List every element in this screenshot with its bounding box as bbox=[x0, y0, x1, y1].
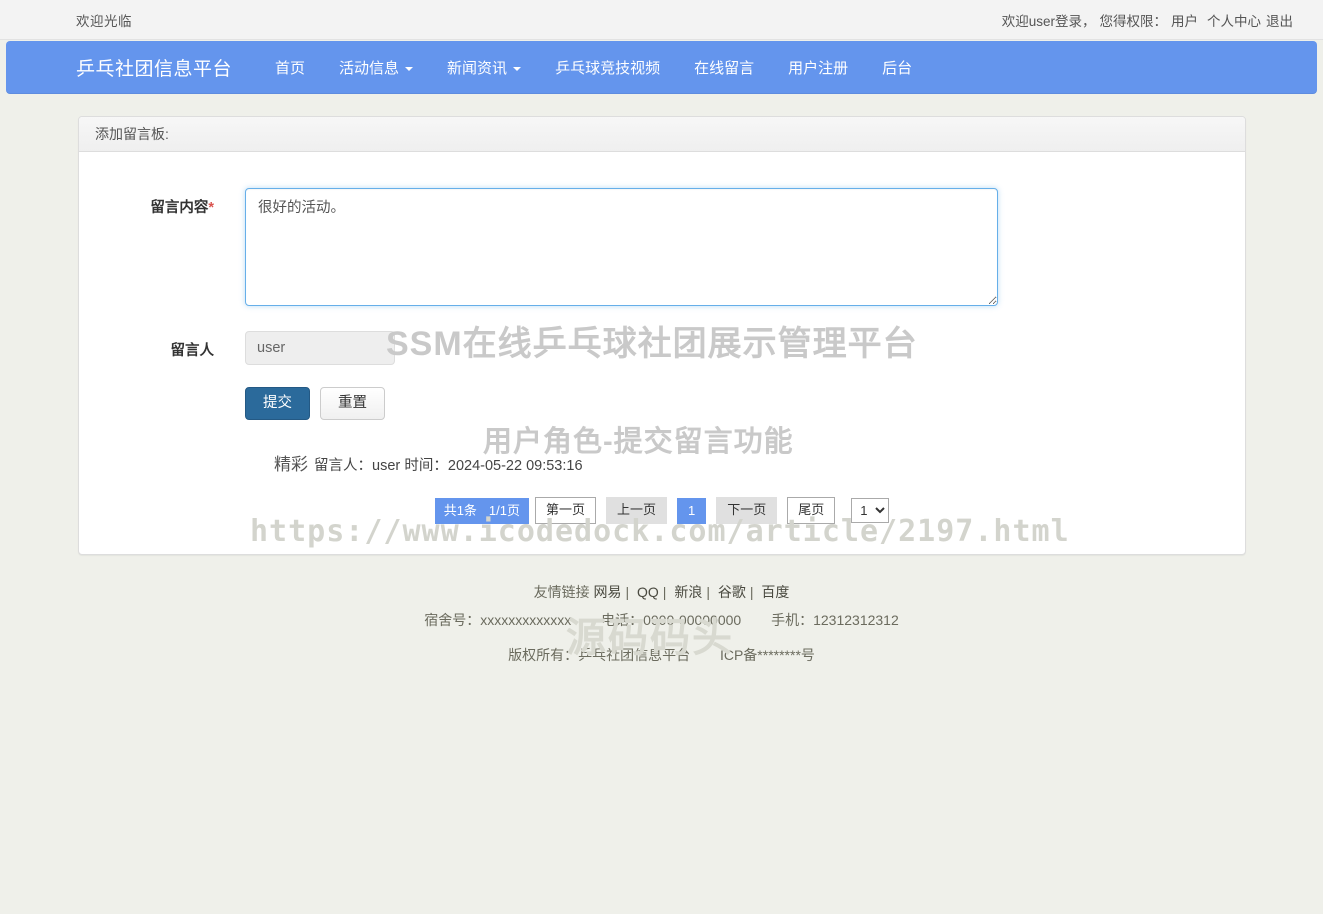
chevron-down-icon bbox=[405, 66, 414, 71]
message-content-label: 留言内容* bbox=[109, 188, 214, 217]
nav-item-videos-label: 乒乓球竞技视频 bbox=[555, 60, 661, 77]
pagination-info: 共1条 1/1页 bbox=[434, 498, 529, 524]
nav-item-message-board-label: 在线留言 bbox=[694, 60, 755, 77]
main-navbar: 乒乓社团信息平台 首页 活动信息 新闻资讯 乒乓球竞技视频 在线留言 用户注册 … bbox=[6, 41, 1317, 94]
mobile-label: 手机： bbox=[771, 611, 814, 628]
copyright-label: 版权所有： bbox=[508, 647, 579, 664]
link-separator: | bbox=[662, 584, 667, 600]
message-content-textarea[interactable] bbox=[245, 188, 998, 306]
friend-links: 友情链接 网易 | QQ | 新浪 | 谷歌 | 百度 bbox=[0, 582, 1323, 604]
role-label: 您得权限： bbox=[1099, 13, 1168, 29]
icp-number: ICP备********号 bbox=[719, 647, 815, 664]
form-actions: 提交 重置 bbox=[245, 387, 1245, 421]
message-author-input bbox=[245, 331, 395, 365]
footer-contact-row: 宿舍号：xxxxxxxxxxxxx 电话：0000-00000000 手机：12… bbox=[0, 610, 1323, 632]
role-value: 用户 bbox=[1171, 13, 1198, 29]
friend-link-sina[interactable]: 新浪 bbox=[674, 584, 702, 600]
phone-value: 0000-00000000 bbox=[643, 611, 742, 628]
friend-link-baidu[interactable]: 百度 bbox=[761, 584, 789, 600]
mobile-value: 12312312312 bbox=[813, 611, 899, 628]
nav-links: 首页 活动信息 新闻资讯 乒乓球竞技视频 在线留言 用户注册 后台 bbox=[258, 49, 929, 86]
welcome-text: 欢迎光临 bbox=[76, 13, 132, 29]
required-marker: * bbox=[208, 200, 214, 216]
nav-item-activities[interactable]: 活动信息 bbox=[322, 49, 430, 86]
site-brand[interactable]: 乒乓社团信息平台 bbox=[76, 54, 232, 81]
chevron-down-icon bbox=[513, 66, 522, 71]
pagination-first-button[interactable]: 第一页 bbox=[535, 497, 597, 525]
nav-item-register-label: 用户注册 bbox=[788, 60, 849, 77]
panel-body: 留言内容* 留言人 提交 重置 精彩留言人：user 时间：2024-05-22… bbox=[79, 152, 1245, 554]
message-item-author: user bbox=[372, 458, 401, 475]
link-separator: | bbox=[749, 584, 754, 600]
message-list: 精彩 留言人：user 时间：2024-05-22 09:53:16 bbox=[274, 450, 1245, 475]
message-author-label: 留言人 bbox=[109, 331, 215, 360]
nav-item-activities-label: 活动信息 bbox=[339, 60, 400, 77]
message-item-time-label: 时间： bbox=[404, 458, 448, 475]
message-item-time: 2024-05-22 09:53:16 bbox=[447, 458, 583, 475]
pagination-prev-button[interactable]: 上一页 bbox=[606, 497, 668, 525]
panel-heading-label: 添加留言板: bbox=[95, 126, 169, 142]
nav-item-admin[interactable]: 后台 bbox=[865, 49, 929, 86]
submit-button[interactable]: 提交 bbox=[245, 387, 310, 421]
nav-item-videos[interactable]: 乒乓球竞技视频 bbox=[538, 49, 677, 86]
nav-item-message-board[interactable]: 在线留言 bbox=[677, 49, 771, 86]
footer-copyright-row: 版权所有：乒乓社团信息平台 ICP备********号 bbox=[0, 645, 1323, 667]
logout-link[interactable]: 退出 bbox=[1266, 10, 1293, 30]
friend-links-label: 友情链接 bbox=[533, 584, 590, 600]
list-item: 精彩 留言人：user 时间：2024-05-22 09:53:16 bbox=[274, 450, 1245, 475]
pagination-next-button[interactable]: 下一页 bbox=[716, 497, 778, 525]
message-board-panel: 添加留言板: 留言内容* 留言人 提交 重置 精彩留言人：user 时间：2 bbox=[78, 116, 1246, 556]
pagination-page-select[interactable]: 1 bbox=[851, 498, 890, 524]
dorm-value: xxxxxxxxxxxxx bbox=[480, 611, 572, 628]
pagination-current-page[interactable]: 1 bbox=[677, 498, 707, 524]
nav-item-register[interactable]: 用户注册 bbox=[771, 49, 865, 86]
site-footer: 友情链接 网易 | QQ | 新浪 | 谷歌 | 百度 宿舍号：xxxxxxxxxxxx… bbox=[0, 582, 1323, 667]
friend-link-netease[interactable]: 网易 bbox=[593, 584, 621, 600]
phone-label: 电话： bbox=[601, 611, 644, 628]
friend-link-qq[interactable]: QQ bbox=[637, 584, 659, 600]
user-session-info: 欢迎user登录， 您得权限： 用户 个人中心 退出 bbox=[1002, 10, 1293, 30]
link-separator: | bbox=[706, 584, 710, 600]
link-separator: | bbox=[625, 584, 630, 600]
message-author-label-text: 留言人 bbox=[170, 343, 215, 359]
message-content-field-wrap bbox=[245, 188, 998, 309]
reset-button[interactable]: 重置 bbox=[320, 387, 385, 421]
nav-item-home-label: 首页 bbox=[275, 60, 306, 77]
pagination: 共1条 1/1页 第一页 上一页 1 下一页 尾页 1 bbox=[79, 497, 1245, 525]
pagination-last-button[interactable]: 尾页 bbox=[787, 497, 836, 525]
message-author-row: 留言人 bbox=[79, 331, 1245, 365]
pagination-total: 共1条 bbox=[443, 503, 477, 519]
friend-link-google[interactable]: 谷歌 bbox=[718, 584, 746, 600]
login-greeting: 欢迎user登录， bbox=[1001, 13, 1096, 29]
pagination-page-of: 1/1页 bbox=[488, 503, 520, 519]
copyright-value: 乒乓社团信息平台 bbox=[578, 647, 691, 664]
nav-item-admin-label: 后台 bbox=[882, 60, 913, 77]
nav-item-home[interactable]: 首页 bbox=[258, 49, 322, 86]
panel-heading: 添加留言板: bbox=[79, 117, 1245, 152]
message-item-author-label: 留言人： bbox=[314, 458, 372, 475]
top-bar: 欢迎光临 欢迎user登录， 您得权限： 用户 个人中心 退出 bbox=[0, 0, 1323, 40]
profile-link[interactable]: 个人中心 bbox=[1207, 10, 1261, 30]
message-author-field-wrap bbox=[245, 331, 395, 365]
dorm-label: 宿舍号： bbox=[424, 611, 481, 628]
nav-item-news[interactable]: 新闻资讯 bbox=[430, 49, 538, 86]
message-item-content: 精彩 bbox=[274, 455, 308, 475]
message-content-label-text: 留言内容 bbox=[150, 200, 209, 216]
nav-item-news-label: 新闻资讯 bbox=[447, 60, 508, 77]
message-content-row: 留言内容* bbox=[79, 188, 1245, 309]
